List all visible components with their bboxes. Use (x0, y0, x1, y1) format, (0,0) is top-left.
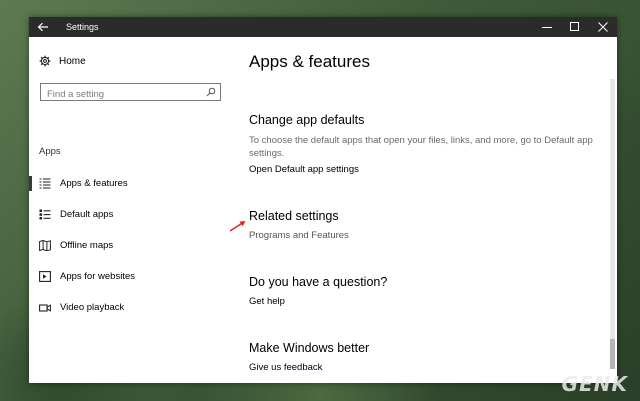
back-button[interactable] (29, 17, 57, 37)
search-input[interactable] (41, 86, 207, 103)
sidebar-nav: Apps & features Default apps Offline map… (29, 168, 239, 323)
sidebar-item-video-playback[interactable]: Video playback (29, 292, 239, 323)
default-apps-icon (38, 208, 52, 222)
sidebar-item-apps-for-websites[interactable]: Apps for websites (29, 261, 239, 292)
minimize-button[interactable] (533, 17, 561, 37)
gear-icon (39, 55, 51, 67)
sidebar-item-label: Apps & features (60, 178, 128, 189)
apps-section-label: Apps (39, 146, 61, 157)
search-box (40, 83, 221, 103)
change-app-defaults-heading: Change app defaults (249, 113, 365, 127)
give-us-feedback-link[interactable]: Give us feedback (249, 362, 322, 373)
video-icon (38, 301, 52, 315)
sidebar-item-label: Video playback (60, 302, 125, 313)
make-windows-better-heading: Make Windows better (249, 341, 370, 355)
apps-features-icon (38, 177, 52, 191)
sidebar-item-label: Apps for websites (60, 271, 135, 282)
sidebar-item-apps-features[interactable]: Apps & features (29, 168, 239, 199)
question-heading: Do you have a question? (249, 275, 388, 289)
minimize-icon (542, 27, 552, 28)
scrollbar-track[interactable] (610, 79, 615, 369)
get-help-link[interactable]: Get help (249, 296, 285, 307)
related-settings-heading: Related settings (249, 209, 339, 223)
sidebar: Home Apps Apps & features Default apps (29, 37, 239, 383)
close-icon (598, 22, 608, 32)
maximize-button[interactable] (561, 17, 589, 37)
main-content: Apps & features Change app defaults To c… (249, 37, 603, 383)
change-app-defaults-description: To choose the default apps that open you… (249, 135, 593, 159)
home-label: Home (59, 55, 86, 67)
maximize-icon (570, 22, 579, 31)
map-icon (38, 239, 52, 253)
back-arrow-icon (37, 22, 48, 32)
open-default-app-settings-link[interactable]: Open Default app settings (249, 164, 359, 175)
sidebar-item-label: Offline maps (60, 240, 114, 251)
sidebar-item-offline-maps[interactable]: Offline maps (29, 230, 239, 261)
window-title: Settings (66, 22, 99, 32)
watermark-logo: GENK (561, 372, 628, 396)
programs-and-features-link[interactable]: Programs and Features (249, 230, 349, 241)
title-bar: Settings (29, 17, 617, 37)
scrollbar-thumb[interactable] (610, 339, 615, 369)
web-apps-icon (38, 270, 52, 284)
page-title: Apps & features (249, 52, 370, 71)
red-arrow-annotation (229, 221, 246, 232)
sidebar-item-label: Default apps (60, 209, 114, 220)
settings-window: Settings Home Find a setting Apps Apps &… (29, 17, 617, 383)
search-icon[interactable] (206, 87, 216, 97)
sidebar-item-default-apps[interactable]: Default apps (29, 199, 239, 230)
close-button[interactable] (589, 17, 617, 37)
home-nav-item[interactable]: Home (39, 55, 86, 67)
